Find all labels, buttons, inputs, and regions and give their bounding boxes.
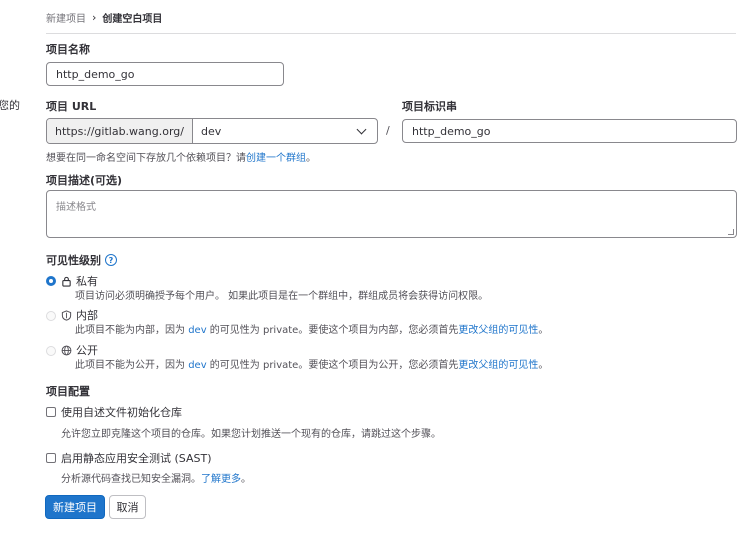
visibility-public-radio[interactable] [46, 346, 56, 356]
group-help-text: 想要在同一命名空间下存放几个依赖项目？请创建一个群组。 [46, 149, 316, 164]
readme-label[interactable]: 使用自述文件初始化仓库 [61, 404, 182, 420]
internal-desc-mid: 的可见性为 private。要使这个项目为内部，您必须首先 [209, 325, 459, 336]
description-label: 项目描述(可选) [46, 174, 123, 187]
visibility-private-desc: 项目访问必须明确授予每个用户。 如果此项目是在一个群组中，群组成员将会获得访问权… [75, 291, 489, 302]
create-project-button[interactable]: 新建项目 [45, 495, 105, 519]
sast-checkbox[interactable] [46, 453, 56, 463]
header-divider [46, 33, 736, 34]
breadcrumb: 新建项目 › 创建空白项目 [46, 10, 162, 25]
sast-label[interactable]: 启用静态应用安全测试 (SAST) [61, 450, 212, 466]
project-name-input[interactable]: http_demo_go [46, 62, 284, 86]
project-slug-input[interactable]: http_demo_go [402, 119, 737, 143]
sast-desc-end: 。 [241, 474, 251, 485]
change-parent-visibility-link[interactable]: 更改父组的可见性 [458, 360, 538, 371]
shield-icon [61, 309, 72, 321]
readme-checkbox[interactable] [46, 407, 56, 417]
help-icon[interactable]: ? [105, 254, 117, 266]
sast-desc: 分析源代码查找已知安全漏洞。了解更多。 [61, 470, 251, 485]
visibility-label-row: 可见性级别 ? [46, 252, 117, 268]
lock-icon [62, 276, 71, 287]
change-parent-visibility-link[interactable]: 更改父组的可见性 [458, 325, 538, 336]
project-url-group: https://gitlab.wang.org/ dev [46, 118, 378, 144]
public-desc-end: 。 [538, 360, 549, 371]
group-help-prefix: 想要在同一命名空间下存放几个依赖项目？请 [46, 153, 246, 164]
internal-desc-group-link[interactable]: dev [188, 325, 206, 336]
public-desc-mid: 的可见性为 private。要使这个项目为公开，您必须首先 [209, 360, 459, 371]
breadcrumb-parent[interactable]: 新建项目 [46, 10, 86, 25]
chevron-down-icon [356, 124, 367, 134]
namespace-select[interactable]: dev [193, 119, 377, 143]
learn-more-link[interactable]: 了解更多 [201, 474, 241, 485]
config-label: 项目配置 [46, 385, 90, 398]
visibility-internal-radio[interactable] [46, 311, 56, 321]
project-name-label: 项目名称 [46, 43, 90, 56]
readme-desc: 允许您立即克隆这个项目的仓库。如果您计划推送一个现有的仓库，请跳过这个步骤。 [61, 429, 441, 440]
globe-icon [61, 345, 72, 355]
cancel-button[interactable]: 取消 [109, 495, 146, 519]
public-desc-group-link[interactable]: dev [188, 360, 206, 371]
visibility-label: 可见性级别 [46, 254, 101, 267]
cut-off-text: 您的 [0, 99, 20, 112]
visibility-private-radio[interactable] [46, 276, 56, 286]
url-prefix: https://gitlab.wang.org/ [47, 119, 193, 143]
internal-desc-pre: 此项目不能为内部，因为 [75, 325, 185, 336]
create-group-link[interactable]: 创建一个群组 [246, 153, 306, 164]
url-separator: / [386, 124, 390, 137]
resize-handle-icon[interactable] [728, 229, 734, 235]
breadcrumb-separator: › [92, 11, 97, 24]
description-textarea[interactable]: 描述格式 [46, 190, 737, 238]
project-slug-value: http_demo_go [412, 124, 491, 138]
namespace-value: dev [201, 124, 222, 138]
description-placeholder: 描述格式 [56, 202, 96, 213]
project-slug-label: 项目标识串 [402, 100, 457, 113]
internal-desc-end: 。 [538, 325, 549, 336]
visibility-public-desc: 此项目不能为公开，因为 dev 的可见性为 private。要使这个项目为公开，… [75, 356, 548, 371]
group-help-suffix: 。 [306, 153, 316, 164]
sast-desc-text: 分析源代码查找已知安全漏洞。 [61, 474, 201, 485]
breadcrumb-current: 创建空白项目 [102, 14, 163, 25]
project-url-label: 项目 URL [46, 100, 97, 113]
public-desc-pre: 此项目不能为公开，因为 [75, 360, 185, 371]
visibility-internal-desc: 此项目不能为内部，因为 dev 的可见性为 private。要使这个项目为内部，… [75, 321, 548, 336]
project-name-value: http_demo_go [56, 67, 135, 81]
